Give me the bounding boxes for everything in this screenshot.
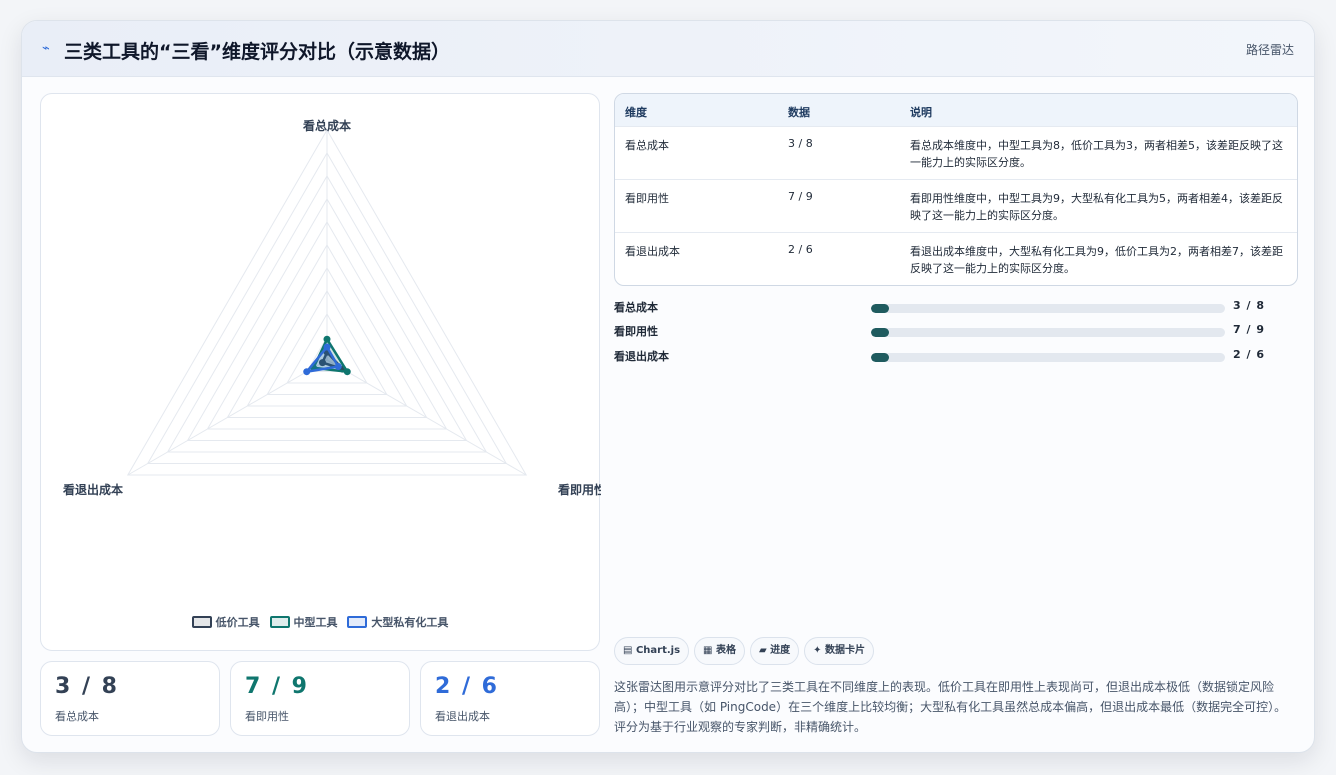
progress-row: 看即用性 7 / 9 — [614, 321, 1298, 341]
progress-track — [871, 304, 1225, 313]
series-point — [343, 368, 351, 376]
progress-fill — [871, 328, 889, 337]
stat-value: 7 / 9 — [245, 674, 309, 699]
progress-row: 看退出成本 2 / 6 — [614, 346, 1298, 366]
stat-card-exit-cost: 2 / 6 看退出成本 — [420, 661, 600, 736]
chart-description: 这张雷达图用示意评分对比了三类工具在不同维度上的表现。低价工具在即用性上表现尚可… — [614, 680, 1287, 734]
chart-icon: ▤ — [623, 645, 633, 656]
progress-row: 看总成本 3 / 8 — [614, 297, 1298, 317]
progress-track — [871, 328, 1225, 337]
progress-track — [871, 353, 1225, 362]
series-point — [323, 335, 331, 343]
header-bar: ⌁ 三类工具的“三看”维度评分对比（示意数据） 路径雷达 — [22, 21, 1314, 77]
route-radar-link[interactable]: 路径雷达 — [1246, 41, 1294, 58]
axis-label: 看退出成本 — [63, 482, 123, 497]
table-icon: ▦ — [703, 645, 713, 656]
progress-label: 看即用性 — [614, 325, 658, 338]
dashboard-card: ⌁ 三类工具的“三看”维度评分对比（示意数据） 路径雷达 看总成本看即用性看退出… — [21, 20, 1315, 753]
legend-swatch — [269, 616, 290, 628]
tag-list: ▤ Chart.js ▦ 表格 ▰ 进度 ✦ 数据卡片 — [614, 637, 879, 665]
stat-card-usability: 7 / 9 看即用性 — [230, 661, 410, 736]
tag-table[interactable]: ▦ 表格 — [694, 637, 745, 665]
tag-label: 数据卡片 — [825, 645, 866, 656]
table-header: 维度 数据 说明 — [615, 94, 1297, 127]
legend-item-large[interactable]: 大型私有化工具 — [347, 614, 448, 630]
progress-fill — [871, 353, 889, 362]
table-cell: 2 / 6 — [788, 243, 813, 256]
legend-label: 低价工具 — [215, 616, 260, 629]
axis-label: 看总成本 — [303, 118, 351, 133]
table-cell: 7 / 9 — [788, 190, 813, 203]
radar-chart-panel: 看总成本看即用性 看退出成本 低价工具 中型工具 大型私有化工具 — [40, 93, 601, 651]
table-cell: 看总成本 — [625, 139, 669, 152]
stat-label: 看退出成本 — [435, 710, 490, 723]
series-point — [303, 368, 311, 376]
tag-chartjs[interactable]: ▤ Chart.js — [614, 637, 690, 665]
chart-legend: 低价工具 中型工具 大型私有化工具 — [41, 614, 599, 630]
legend-swatch — [191, 616, 212, 628]
legend-item-low[interactable]: 低价工具 — [191, 614, 260, 630]
stat-label: 看即用性 — [245, 710, 289, 723]
column-header: 维度 — [625, 106, 647, 119]
series-point — [334, 363, 342, 370]
table-cell: 看退出成本 — [625, 245, 680, 258]
signal-icon: ⌁ — [42, 41, 50, 56]
data-table: 维度 数据 说明 看总成本 3 / 8 看总成本维度中，中型工具为8，低价工具为… — [614, 93, 1298, 286]
column-header: 数据 — [788, 106, 810, 119]
tag-label: Chart.js — [635, 645, 681, 656]
column-header: 说明 — [910, 106, 932, 119]
progress-value: 2 / 6 — [1233, 348, 1265, 361]
progress-fill — [871, 304, 889, 313]
progress-icon: ▰ — [758, 645, 767, 656]
stat-value: 2 / 6 — [435, 674, 499, 699]
progress-value: 7 / 9 — [1233, 323, 1265, 336]
table-cell: 看退出成本维度中，大型私有化工具为9，低价工具为2，两者相差7，该差距反映了这一… — [910, 245, 1283, 275]
table-row: 看即用性 7 / 9 看即用性维度中，中型工具为9，大型私有化工具为5，两者相差… — [615, 180, 1297, 233]
legend-label: 中型工具 — [293, 616, 338, 629]
table-cell: 看总成本维度中，中型工具为8，低价工具为3，两者相差5，该差距反映了这一能力上的… — [910, 139, 1283, 169]
progress-label: 看总成本 — [614, 301, 658, 314]
series-point — [323, 343, 331, 351]
page-title: 三类工具的“三看”维度评分对比（示意数据） — [64, 41, 450, 63]
progress-label: 看退出成本 — [614, 350, 669, 363]
table-cell: 看即用性 — [625, 192, 669, 205]
stat-card-total-cost: 3 / 8 看总成本 — [40, 661, 220, 736]
progress-value: 3 / 8 — [1233, 299, 1265, 312]
table-cell: 3 / 8 — [788, 137, 813, 150]
radar-chart: 看总成本看即用性 看退出成本 — [63, 118, 601, 497]
stat-value: 3 / 8 — [55, 674, 119, 699]
legend-item-mid[interactable]: 中型工具 — [269, 614, 338, 630]
legend-swatch — [347, 616, 368, 628]
table-row: 看退出成本 2 / 6 看退出成本维度中，大型私有化工具为9，低价工具为2，两者… — [615, 233, 1297, 285]
tag-label: 进度 — [770, 645, 791, 656]
sparkle-icon: ✦ — [813, 645, 822, 656]
tag-progress[interactable]: ▰ 进度 — [749, 637, 800, 665]
axis-label: 看即用性 — [558, 482, 601, 497]
legend-label: 大型私有化工具 — [371, 616, 449, 629]
table-cell: 看即用性维度中，中型工具为9，大型私有化工具为5，两者相差4，该差距反映了这一能… — [910, 192, 1283, 222]
table-row: 看总成本 3 / 8 看总成本维度中，中型工具为8，低价工具为3，两者相差5，该… — [615, 127, 1297, 180]
tag-label: 表格 — [715, 645, 736, 656]
tag-data-card[interactable]: ✦ 数据卡片 — [804, 637, 875, 665]
stat-label: 看总成本 — [55, 710, 99, 723]
